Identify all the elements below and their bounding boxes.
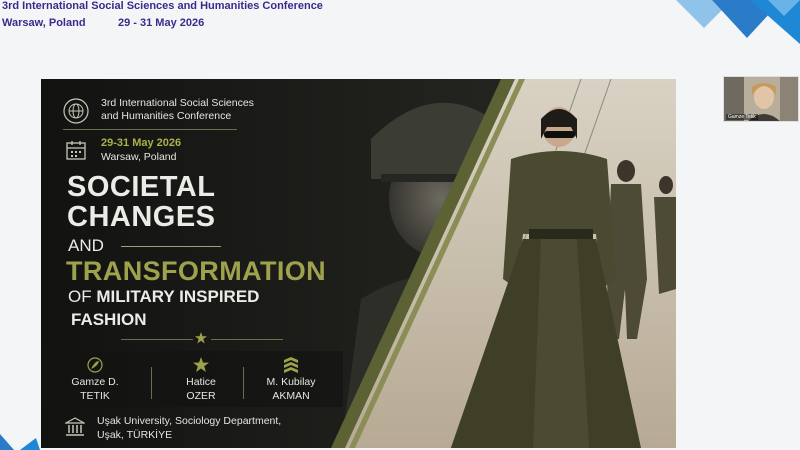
title-changes: CHANGES — [67, 201, 216, 233]
title-and: AND — [68, 236, 104, 255]
authors-panel: Gamze D. TETIK Hatice OZER M. Kubilay AK… — [43, 351, 343, 407]
header-dates: 29 - 31 May 2026 — [118, 17, 205, 29]
header-conference-title: 3rd International Social Sciences and Hu… — [2, 0, 323, 12]
divider — [211, 339, 283, 340]
slide-date: 29-31 May 2026 — [101, 137, 182, 149]
shared-slide: 3rd International Social Sciences and Hu… — [41, 79, 676, 448]
star-icon — [193, 357, 209, 372]
feather-icon — [87, 357, 103, 373]
divider — [63, 129, 237, 130]
university-line2: Uşak, TÜRKİYE — [97, 429, 173, 441]
author-2: Hatice OZER — [153, 357, 249, 403]
author-last-name: AKMAN — [272, 390, 310, 402]
author-first-name: Gamze D. — [71, 376, 119, 388]
author-first-name: Hatice — [186, 376, 216, 388]
university-icon — [65, 417, 85, 436]
divider — [121, 339, 193, 340]
author-last-name: TETIK — [80, 390, 110, 402]
slide-conference-name-line2: and Humanities Conference — [101, 110, 232, 122]
title-societal: SOCIETAL — [67, 171, 216, 203]
author-first-name: M. Kubilay — [266, 376, 316, 388]
slide-conference-name-line1: 3rd International Social Sciences — [101, 97, 254, 109]
title-of-line: OF MILITARY INSPIRED — [68, 287, 259, 307]
title-transformation: TRANSFORMATION — [66, 256, 327, 286]
participant-video-tile[interactable]: Gamze Tetik — [723, 76, 799, 122]
slide-title-top: SOCIETAL CHANGES — [67, 172, 216, 232]
slide-conference-name: 3rd International Social Sciences and Hu… — [101, 97, 301, 123]
title-military-inspired: MILITARY INSPIRED — [96, 287, 260, 306]
author-separator — [151, 367, 152, 399]
header-location: Warsaw, Poland — [2, 17, 86, 29]
author-1: Gamze D. TETIK — [47, 357, 143, 403]
chevron-badge-icon — [284, 357, 298, 373]
university-line1: Uşak University, Sociology Department, — [97, 415, 282, 427]
author-last-name: OZER — [186, 390, 216, 402]
title-fashion: FASHION — [71, 310, 147, 329]
title-of: OF — [68, 287, 92, 306]
calendar-icon — [66, 141, 86, 160]
star-icon — [195, 332, 207, 344]
divider — [121, 246, 221, 247]
presentation-screen: 3rd International Social Sciences and Hu… — [0, 0, 800, 450]
globe-icon — [63, 98, 89, 124]
slide-location: Warsaw, Poland — [101, 151, 177, 163]
author-3: M. Kubilay AKMAN — [243, 357, 339, 403]
participant-name: Gamze Tetik — [726, 114, 758, 120]
corner-decoration-top — [676, 0, 800, 44]
